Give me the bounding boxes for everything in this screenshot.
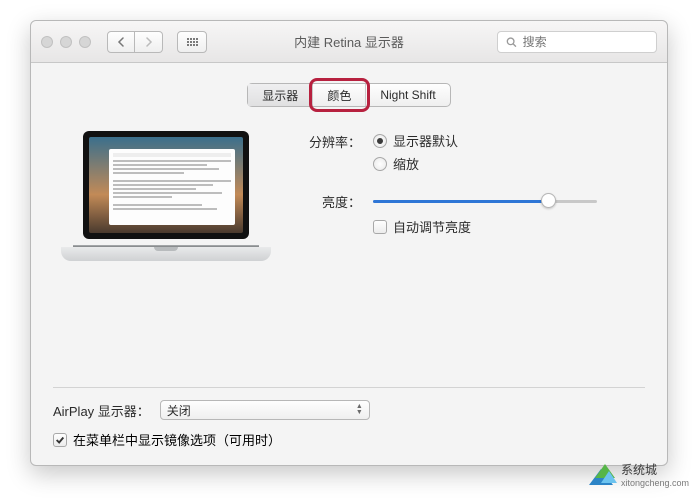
search-input[interactable]: [523, 35, 648, 49]
radio-label: 缩放: [393, 154, 419, 173]
display-preview: [61, 129, 291, 261]
airplay-select[interactable]: 关闭 ▲▼: [160, 400, 370, 420]
resolution-option-scaled[interactable]: 缩放: [373, 154, 637, 173]
select-value: 关闭: [167, 402, 191, 419]
auto-brightness-checkbox[interactable]: 自动调节亮度: [373, 217, 637, 236]
brightness-label: 亮度：: [291, 191, 361, 211]
search-field[interactable]: [497, 31, 657, 53]
watermark-name: 系统城: [621, 464, 689, 477]
brightness-slider[interactable]: [373, 193, 597, 209]
airplay-label: AirPlay 显示器：: [53, 401, 150, 420]
minimize-icon[interactable]: [60, 36, 72, 48]
laptop-graphic: [61, 131, 271, 261]
content-area: 分辨率： 显示器默认 缩放 亮度：: [31, 107, 667, 261]
watermark: 系统城 xitongcheng.com: [589, 464, 689, 490]
tab-color[interactable]: 颜色: [313, 84, 366, 106]
titlebar: 内建 Retina 显示器: [31, 21, 667, 63]
forward-button[interactable]: [135, 31, 163, 53]
footer: AirPlay 显示器： 关闭 ▲▼ 在菜单栏中显示镜像选项（可用时）: [53, 387, 645, 449]
tab-bar: 显示器 颜色 Night Shift: [31, 83, 667, 107]
back-button[interactable]: [107, 31, 135, 53]
window-controls: [41, 36, 91, 48]
radio-icon: [373, 134, 387, 148]
watermark-url: xitongcheng.com: [621, 477, 689, 490]
chevron-updown-icon: ▲▼: [356, 404, 363, 416]
tab-display[interactable]: 显示器: [248, 84, 313, 106]
resolution-option-default[interactable]: 显示器默认: [373, 131, 637, 150]
checkbox-icon: [53, 433, 67, 447]
grid-icon: [187, 38, 198, 46]
radio-label: 显示器默认: [393, 131, 458, 150]
show-all-button[interactable]: [177, 31, 207, 53]
settings-panel: 分辨率： 显示器默认 缩放 亮度：: [291, 129, 637, 261]
zoom-icon[interactable]: [79, 36, 91, 48]
checkbox-icon: [373, 220, 387, 234]
search-icon: [506, 36, 517, 48]
preferences-window: 内建 Retina 显示器 显示器 颜色 Night Shift: [30, 20, 668, 466]
checkbox-label: 在菜单栏中显示镜像选项（可用时）: [73, 430, 281, 449]
divider: [53, 387, 645, 388]
nav-buttons: [107, 31, 163, 53]
checkbox-label: 自动调节亮度: [393, 217, 471, 236]
menubar-mirror-checkbox[interactable]: 在菜单栏中显示镜像选项（可用时）: [53, 430, 645, 449]
watermark-icon: [589, 464, 615, 490]
tab-night-shift[interactable]: Night Shift: [366, 84, 449, 106]
close-icon[interactable]: [41, 36, 53, 48]
radio-icon: [373, 157, 387, 171]
resolution-label: 分辨率：: [291, 131, 361, 151]
